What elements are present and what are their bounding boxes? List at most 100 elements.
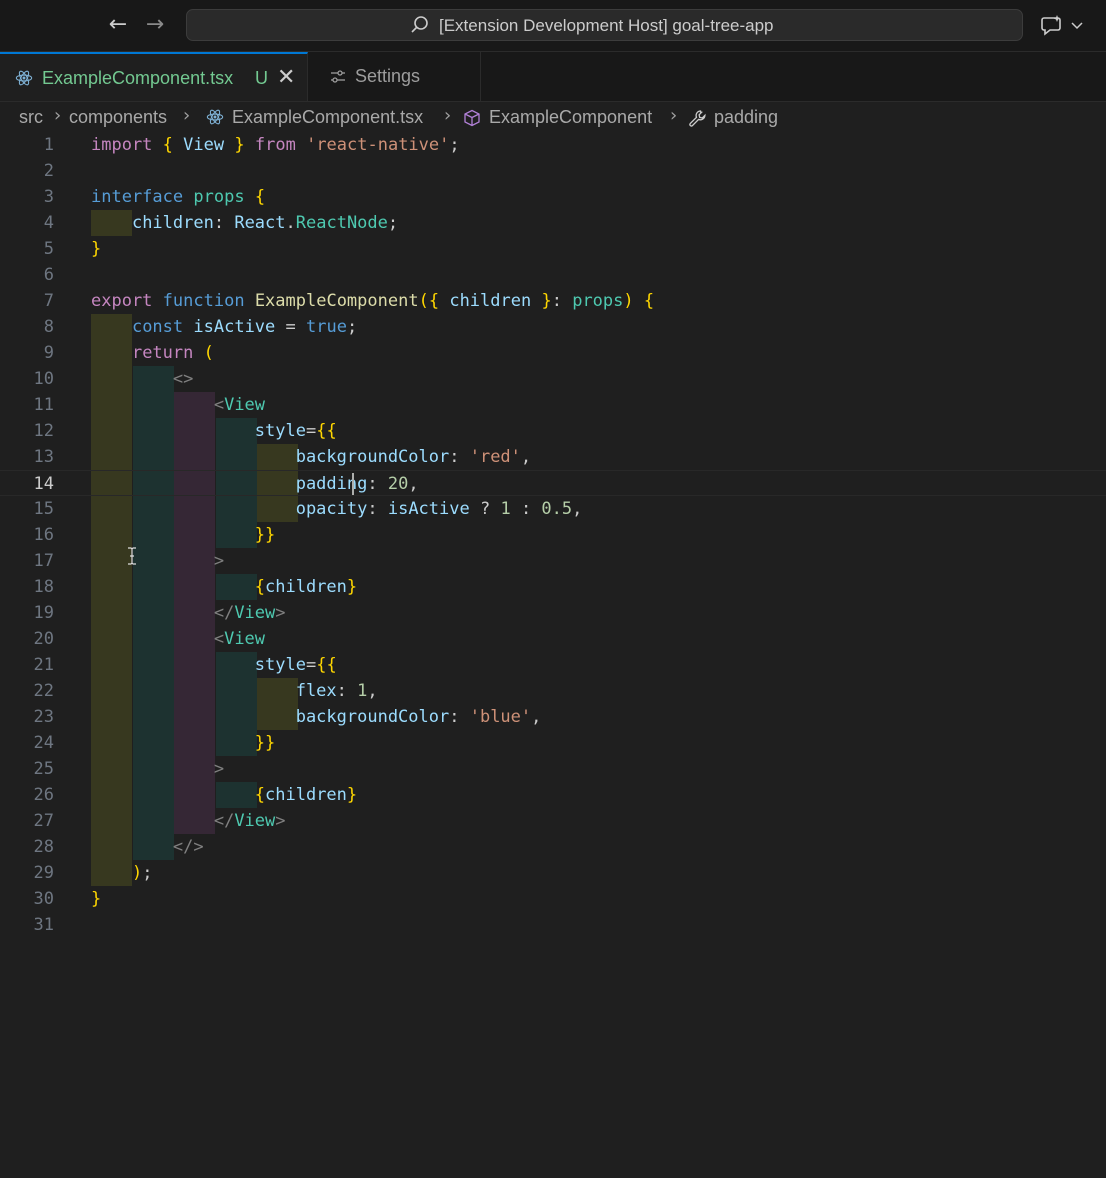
wrench-icon — [689, 110, 706, 127]
code-line[interactable]: 1 import { View } from 'react-native'; — [0, 132, 1106, 158]
code-text: import { View } from 'react-native'; — [91, 135, 460, 155]
code-line[interactable]: 10 <> — [0, 366, 1106, 392]
line-number: 1 — [43, 135, 54, 155]
code-line[interactable]: 23 backgroundColor: 'blue', — [0, 704, 1106, 730]
code-line[interactable]: 3 interface props { — [0, 184, 1106, 210]
tab-examplecomponent[interactable]: ExampleComponent.tsx U ✕ — [0, 52, 308, 101]
line-number: 30 — [33, 889, 54, 909]
text-cursor — [352, 473, 354, 495]
ibeam-cursor-icon — [128, 547, 136, 565]
code-line[interactable]: 14 padding: 20, — [0, 470, 1106, 496]
code-text: const isActive = true; — [131, 317, 358, 337]
code-line[interactable]: 12 style={{ — [0, 418, 1106, 444]
code-text: > — [213, 551, 225, 571]
code-text: padding: 20, — [295, 474, 419, 494]
code-line[interactable]: 7 export function ExampleComponent({ chil… — [0, 288, 1106, 314]
code-line[interactable]: 29 ); — [0, 860, 1106, 886]
line-number: 16 — [33, 525, 54, 545]
code-line[interactable]: 22 flex: 1, — [0, 678, 1106, 704]
line-number: 7 — [43, 291, 54, 311]
line-number: 4 — [43, 213, 54, 233]
arrow-right-icon[interactable]: → — [141, 12, 169, 40]
code-text: style={{ — [254, 421, 337, 441]
line-number: 18 — [33, 577, 54, 597]
command-center-text: [Extension Development Host] goal-tree-a… — [439, 16, 774, 35]
code-line[interactable]: 15 opacity: isActive ? 1 : 0.5, — [0, 496, 1106, 522]
code-line[interactable]: 6 — [0, 262, 1106, 288]
code-line[interactable]: 28 </> — [0, 834, 1106, 860]
code-text: }} — [254, 733, 276, 753]
code-text: interface props { — [91, 187, 266, 207]
code-line[interactable]: 25 > — [0, 756, 1106, 782]
breadcrumb-item-src[interactable]: src — [19, 107, 43, 128]
breadcrumb: src › components › ExampleComponent.tsx … — [0, 102, 1106, 134]
code-line[interactable]: 31 — [0, 912, 1106, 938]
code-line[interactable]: 24 }} — [0, 730, 1106, 756]
line-number: 20 — [33, 629, 54, 649]
code-text: } — [91, 239, 102, 259]
code-editor[interactable]: 1 import { View } from 'react-native'; 2 3 i… — [0, 132, 1106, 1178]
line-number: 5 — [43, 239, 54, 259]
chevron-right-icon: › — [183, 105, 191, 126]
editor-tab-bar: ExampleComponent.tsx U ✕ Settings — [0, 52, 1106, 102]
code-line[interactable]: 13 backgroundColor: 'red', — [0, 444, 1106, 470]
title-bar: ← → [Extension Development Host] goal-tr… — [0, 0, 1106, 52]
tab-settings[interactable]: Settings — [308, 52, 481, 101]
arrow-left-icon[interactable]: ← — [104, 12, 132, 40]
code-text: {children} — [254, 577, 358, 597]
git-status-badge: U — [255, 68, 268, 88]
code-line[interactable]: 8 const isActive = true; — [0, 314, 1106, 340]
code-line[interactable]: 16 }} — [0, 522, 1106, 548]
line-number: 28 — [33, 837, 54, 857]
code-text: </View> — [213, 603, 286, 623]
react-icon — [15, 70, 33, 86]
code-line[interactable]: 5} — [0, 236, 1106, 262]
code-line[interactable]: 11 <View — [0, 392, 1106, 418]
line-number: 11 — [33, 395, 54, 415]
line-number: 6 — [43, 265, 54, 285]
line-number: 25 — [33, 759, 54, 779]
line-number: 31 — [33, 915, 54, 935]
line-number: 8 — [43, 317, 54, 337]
code-line[interactable]: 27 </View> — [0, 808, 1106, 834]
line-number: 13 — [33, 447, 54, 467]
code-text: <View — [213, 629, 266, 649]
code-text: }} — [254, 525, 276, 545]
line-number: 24 — [33, 733, 54, 753]
code-line[interactable]: 30} — [0, 886, 1106, 912]
line-number: 19 — [33, 603, 54, 623]
breadcrumb-item-components[interactable]: components — [69, 107, 167, 128]
breadcrumb-item-property[interactable]: padding — [714, 107, 778, 128]
copilot-chat-icon[interactable] — [1040, 12, 1100, 40]
line-number: 27 — [33, 811, 54, 831]
code-line[interactable]: 17 > — [0, 548, 1106, 574]
code-line[interactable]: 26 {children} — [0, 782, 1106, 808]
code-text: <View — [213, 395, 266, 415]
breadcrumb-item-file[interactable]: ExampleComponent.tsx — [232, 107, 423, 128]
code-line[interactable]: 20 <View — [0, 626, 1106, 652]
code-line[interactable]: 21 style={{ — [0, 652, 1106, 678]
symbol-module-icon — [464, 109, 480, 127]
line-number: 15 — [33, 499, 54, 519]
close-icon[interactable]: ✕ — [277, 65, 295, 90]
code-text: backgroundColor: 'red', — [295, 447, 532, 467]
code-text: export function ExampleComponent({ child… — [91, 291, 655, 311]
line-number: 21 — [33, 655, 54, 675]
code-line[interactable]: 19 </View> — [0, 600, 1106, 626]
line-number: 14 — [33, 474, 54, 494]
code-line[interactable]: 18 {children} — [0, 574, 1106, 600]
breadcrumb-item-function[interactable]: ExampleComponent — [489, 107, 652, 128]
chevron-right-icon: › — [444, 105, 452, 126]
tab-label: Settings — [355, 66, 421, 86]
line-number: 22 — [33, 681, 54, 701]
code-text: flex: 1, — [295, 681, 378, 701]
code-line[interactable]: 2 — [0, 158, 1106, 184]
code-text: return ( — [131, 343, 214, 363]
line-number: 29 — [33, 863, 54, 883]
chevron-right-icon: › — [670, 105, 678, 126]
line-number: 17 — [33, 551, 54, 571]
code-text: </> — [172, 837, 204, 857]
code-line[interactable]: 9 return ( — [0, 340, 1106, 366]
code-line[interactable]: 4 children: React.ReactNode; — [0, 210, 1106, 236]
line-number: 23 — [33, 707, 54, 727]
